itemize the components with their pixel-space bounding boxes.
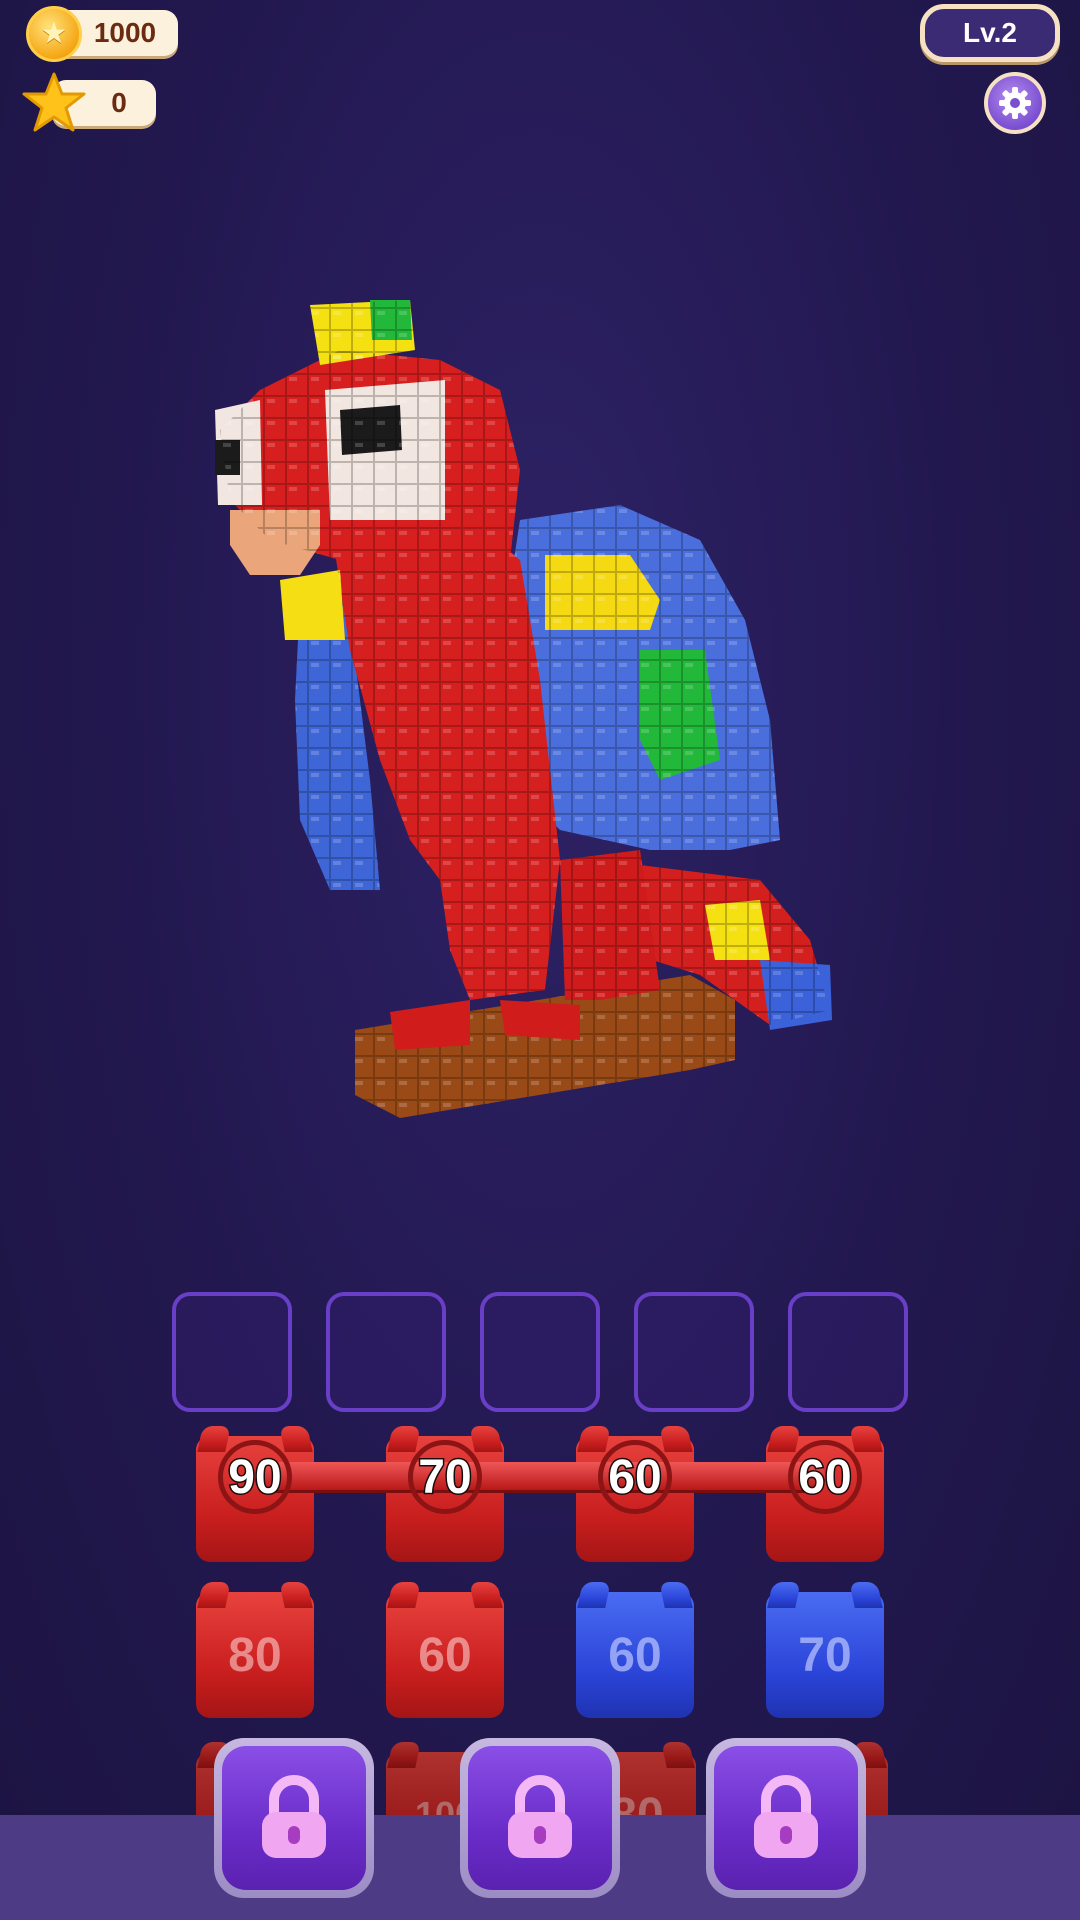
cup-value: 90 [227, 1449, 283, 1505]
cup-row1-2-value: 70 [386, 1414, 504, 1540]
cup-value: 70 [798, 1628, 852, 1682]
holding-slot-4[interactable] [634, 1292, 754, 1412]
cup-value: 60 [607, 1449, 663, 1505]
locked-booster-3[interactable] [706, 1738, 866, 1898]
locked-booster-2[interactable] [460, 1738, 620, 1898]
cup-value: 60 [608, 1628, 662, 1682]
lock-icon [508, 1775, 572, 1858]
holding-slot-5[interactable] [788, 1292, 908, 1412]
link-rope [255, 1462, 825, 1490]
locked-booster-1[interactable] [214, 1738, 374, 1898]
lock-icon [754, 1775, 818, 1858]
holding-slot-2[interactable] [326, 1292, 446, 1412]
cup-value: 60 [418, 1628, 472, 1682]
cup-row1-4-value: 60 [766, 1414, 884, 1540]
cup-row2-4: 70 [766, 1592, 884, 1718]
cup-row2-2: 60 [386, 1592, 504, 1718]
cup-row1-3-value: 60 [576, 1414, 694, 1540]
cup-value: 80 [228, 1628, 282, 1682]
voxel-parrot-artwork [215, 300, 832, 1118]
cup-value: 70 [417, 1449, 473, 1505]
cup-row2-1: 80 [196, 1592, 314, 1718]
lock-icon [262, 1775, 326, 1858]
cup-row1-1-value: 90 [196, 1414, 314, 1540]
holding-slot-1[interactable] [172, 1292, 292, 1412]
parrot-head [215, 300, 520, 580]
cup-value: 60 [797, 1449, 853, 1505]
cup-row2-3: 60 [576, 1592, 694, 1718]
holding-slot-3[interactable] [480, 1292, 600, 1412]
